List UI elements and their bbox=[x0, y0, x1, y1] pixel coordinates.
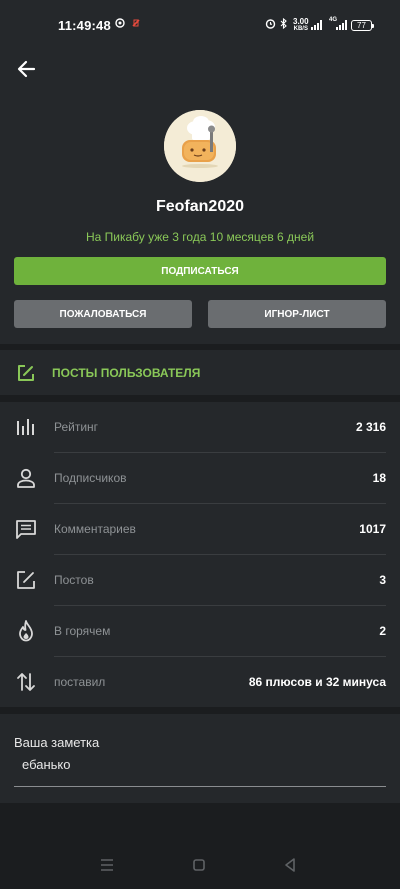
swap-vertical-icon bbox=[17, 673, 35, 691]
user-note[interactable]: Ваша заметка ебанько bbox=[0, 714, 400, 803]
alarm-icon bbox=[265, 18, 276, 34]
stat-value: 86 плюсов и 32 минуса bbox=[248, 675, 386, 689]
stat-value: 18 bbox=[372, 471, 386, 485]
stat-row-subscribers: Подписчиков 18 bbox=[0, 453, 400, 504]
back-button[interactable] bbox=[12, 54, 42, 84]
bluetooth-icon bbox=[280, 17, 288, 34]
back-nav-button[interactable] bbox=[278, 853, 302, 877]
user-posts-link[interactable]: ПОСТЫ ПОЛЬЗОВАТЕЛЯ bbox=[0, 350, 400, 395]
chef-hat-bread-avatar bbox=[164, 110, 236, 182]
stat-row-hot: В горячем 2 bbox=[0, 606, 400, 657]
home-button[interactable] bbox=[187, 853, 211, 877]
back-triangle-icon bbox=[285, 858, 295, 872]
stat-row-comments: Комментариев 1017 bbox=[0, 504, 400, 555]
stat-label: В горячем bbox=[54, 624, 111, 638]
system-nav-bar bbox=[0, 839, 400, 889]
status-bar: 11:49:48 3.00 KB/S 4G 77 bbox=[0, 0, 400, 48]
stat-label: поставил bbox=[54, 675, 106, 689]
user-posts-label: ПОСТЫ ПОЛЬЗОВАТЕЛЯ bbox=[52, 366, 201, 380]
member-since: На Пикабу уже 3 года 10 месяцев 6 дней bbox=[85, 230, 315, 244]
stat-label: Постов bbox=[54, 573, 94, 587]
stat-label: Подписчиков bbox=[54, 471, 127, 485]
note-label: Ваша заметка bbox=[14, 735, 100, 750]
subscribe-button[interactable]: ПОДПИСАТЬСЯ bbox=[14, 257, 386, 285]
person-icon bbox=[17, 468, 35, 488]
stat-value: 3 bbox=[379, 573, 386, 587]
notification-icon bbox=[115, 18, 125, 33]
stat-label: Комментариев bbox=[54, 522, 136, 536]
bar-chart-icon bbox=[17, 419, 34, 435]
network-speed: 3.00 KB/S bbox=[293, 17, 309, 33]
profile-header: Feofan2020 На Пикабу уже 3 года 10 месяц… bbox=[0, 48, 400, 344]
signal-icon bbox=[311, 20, 322, 30]
signal-icon-2 bbox=[336, 20, 347, 30]
stat-row-rating: Рейтинг 2 316 bbox=[0, 402, 400, 453]
arrow-left-icon bbox=[17, 60, 36, 78]
ignore-list-button[interactable]: ИГНОР-ЛИСТ bbox=[208, 300, 386, 328]
no-sim-alert-icon bbox=[131, 18, 141, 33]
battery-icon: 77 bbox=[351, 20, 374, 31]
edit-square-icon bbox=[18, 365, 34, 381]
username: Feofan2020 bbox=[155, 198, 245, 215]
stats-list: Рейтинг 2 316 Подписчиков 18 Комментарие… bbox=[0, 402, 400, 707]
comment-icon bbox=[16, 520, 36, 539]
stat-row-votes: поставил 86 плюсов и 32 минуса bbox=[0, 657, 400, 708]
stat-value: 2 316 bbox=[355, 420, 386, 434]
complain-button[interactable]: ПОЖАЛОВАТЬСЯ bbox=[14, 300, 192, 328]
stat-value: 1017 bbox=[359, 522, 386, 536]
menu-icon bbox=[101, 859, 113, 871]
fire-icon bbox=[19, 620, 33, 642]
home-square-icon bbox=[193, 859, 205, 871]
stat-row-posts: Постов 3 bbox=[0, 555, 400, 606]
menu-button[interactable] bbox=[95, 853, 119, 877]
avatar bbox=[164, 110, 236, 182]
stat-label: Рейтинг bbox=[54, 420, 99, 434]
note-input[interactable]: ебанько bbox=[22, 757, 70, 772]
status-time: 11:49:48 bbox=[58, 18, 111, 33]
note-underline bbox=[14, 786, 386, 787]
edit-square-icon bbox=[17, 571, 35, 589]
stat-value: 2 bbox=[379, 624, 386, 638]
